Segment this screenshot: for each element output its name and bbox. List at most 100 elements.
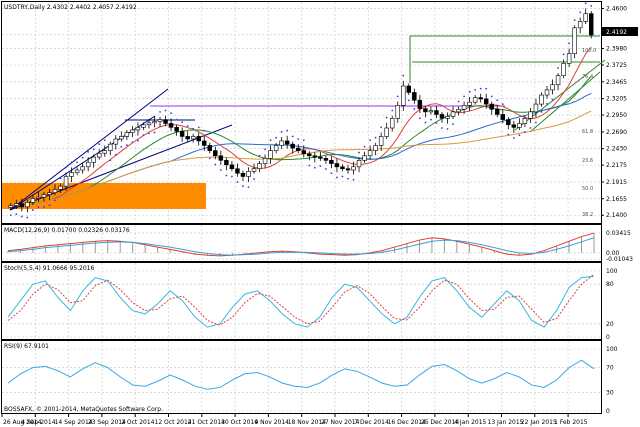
- pane-y-label: 80: [606, 281, 614, 288]
- symbol-header: USDTRY,Daily 2.4302 2.4402 2.4057 2.4192: [4, 4, 137, 11]
- x-tick-label: 13 Jan 2015: [488, 419, 524, 426]
- candle-body: [185, 136, 190, 140]
- candle-body: [196, 136, 201, 142]
- x-tick-label: 21 Oct 2014: [188, 419, 225, 426]
- candle-body: [522, 118, 528, 124]
- psar-dot: [424, 121, 427, 124]
- psar-dot: [341, 175, 344, 178]
- y-tick-label: 2.2175: [606, 162, 627, 169]
- candle-body: [246, 171, 251, 177]
- candle-body: [41, 194, 47, 198]
- candle-body: [428, 110, 434, 113]
- psar-dot: [137, 139, 139, 142]
- candle-body: [461, 105, 467, 110]
- candle-body: [539, 94, 544, 105]
- candle-body: [356, 160, 362, 168]
- psar-dot: [557, 67, 559, 69]
- psar-dot: [242, 185, 244, 188]
- candle-body: [262, 158, 268, 164]
- candle-body: [52, 189, 58, 193]
- x-tick-label: 1 Feb 2015: [554, 419, 588, 426]
- psar-dot: [98, 143, 101, 146]
- x-tick-label: 22 Jan 2015: [521, 419, 557, 426]
- y-tick-label: 2.2430: [606, 146, 627, 153]
- x-tick-label: 4 Jan 2015: [454, 419, 486, 426]
- psar-dot: [164, 109, 167, 112]
- psar-dot: [319, 165, 322, 168]
- candle-body: [345, 168, 351, 171]
- candle-body: [301, 150, 306, 155]
- psar-dot: [109, 159, 112, 162]
- psar-dot: [286, 129, 289, 132]
- psar-dot: [573, 19, 576, 21]
- psar-dot: [291, 135, 294, 138]
- candle-body: [146, 122, 152, 126]
- psar-dot: [457, 100, 460, 103]
- psar-dot: [452, 123, 454, 126]
- candle-body: [25, 202, 30, 208]
- candle-body: [384, 127, 389, 137]
- psar-dot: [148, 132, 150, 135]
- x-tick-label: 7 Dec 2014: [354, 419, 389, 426]
- candle-body: [334, 163, 340, 168]
- psar-dot: [219, 169, 222, 171]
- candle-body: [141, 124, 146, 128]
- pane-y-label: 0.03415: [606, 230, 631, 237]
- fib-label: 100.0: [582, 48, 596, 54]
- candle-body: [124, 132, 130, 137]
- rsi-title: RSI(9) 67.9101: [4, 343, 49, 350]
- y-tick-label: 2.4600: [606, 5, 627, 12]
- candle-body: [130, 129, 135, 133]
- psar-dot: [175, 118, 178, 121]
- psar-dot: [280, 130, 283, 133]
- x-tick-label: 30 Oct 2014: [221, 419, 258, 426]
- candle-body: [14, 203, 19, 206]
- candle-body: [108, 143, 113, 151]
- candle-body: [423, 108, 428, 113]
- candle-body: [91, 156, 96, 163]
- psar-dot: [308, 164, 311, 167]
- psar-dot: [468, 90, 471, 93]
- candle-body: [229, 164, 235, 170]
- pane-y-label: 0: [606, 408, 610, 415]
- candle-body: [69, 172, 74, 177]
- candle-body: [472, 97, 478, 103]
- candle-body: [218, 155, 224, 161]
- candle-body: [96, 152, 102, 158]
- forex-chart: 0.034150.00-0.01043 10080200 10070300 2.…: [0, 0, 640, 427]
- y-tick-label: 2.3725: [606, 62, 627, 69]
- psar-dot: [65, 166, 67, 169]
- pane-y-label: -0.01043: [606, 256, 633, 263]
- candle-body: [135, 127, 141, 131]
- x-tick-label: 4 Sep 2014: [21, 419, 55, 426]
- candle-body: [550, 84, 555, 91]
- psar-dot: [159, 110, 161, 113]
- psar-dot: [264, 148, 266, 151]
- y-tick-label: 2.1400: [606, 212, 627, 219]
- psar-dot: [446, 128, 449, 130]
- candle-body: [434, 110, 439, 115]
- fib-label: 50.0: [582, 186, 593, 192]
- y-tick-label: 2.1655: [606, 196, 627, 203]
- stoch-title: Stoch(5,5,4) 91.0666 95.2016: [4, 265, 95, 272]
- candle-body: [395, 105, 400, 119]
- candle-body: [478, 97, 483, 100]
- psar-dot: [230, 175, 233, 178]
- candle-body: [190, 136, 196, 140]
- psar-dot: [120, 145, 123, 148]
- candle-body: [351, 166, 356, 171]
- psar-dot: [197, 126, 200, 129]
- psar-dot: [540, 110, 543, 113]
- psar-dot: [385, 116, 388, 119]
- psar-dot: [535, 121, 537, 124]
- psar-dot: [92, 148, 95, 151]
- candle-body: [74, 169, 80, 173]
- psar-dot: [496, 99, 499, 102]
- psar-dot: [507, 133, 510, 136]
- psar-dot: [20, 215, 23, 218]
- psar-dot: [579, 11, 582, 14]
- psar-dot: [214, 163, 217, 166]
- candle-body: [224, 160, 229, 166]
- fib-label: 76.4: [582, 74, 593, 80]
- copyright-text: BOSSAFX, © 2001-2014, MetaQuotes Softwar…: [4, 406, 163, 413]
